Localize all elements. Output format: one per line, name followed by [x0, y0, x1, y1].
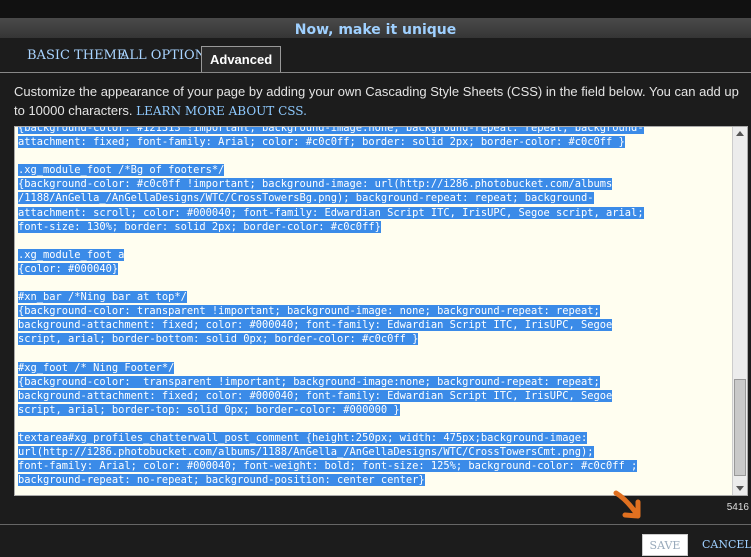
scroll-thumb[interactable] [734, 379, 746, 476]
code-line: {background-color: #121313 !important; b… [18, 127, 644, 134]
tab-advanced[interactable]: Advanced [201, 46, 282, 72]
code-line: #xg_foot /* Ning Footer*/ [18, 361, 175, 374]
code-line: font-size: 130%; border: solid 2px; bord… [18, 220, 381, 233]
code-line: {background-color: transparent !importan… [18, 305, 600, 318]
code-line: .xg_module_foot /*Bg of footers*/ [18, 164, 225, 177]
code-line: script, arial; border-bottom: solid 0px;… [18, 333, 419, 346]
footer-divider [0, 524, 751, 525]
arrow-pointer-icon [613, 490, 641, 519]
scroll-up-icon[interactable] [736, 131, 744, 136]
scroll-down-icon[interactable] [736, 486, 744, 491]
cancel-button[interactable]: CANCEL [702, 538, 751, 551]
code-line: background-repeat: no-repeat; background… [18, 474, 425, 487]
page-title: Now, make it unique [294, 22, 457, 38]
code-line: .xg_module_foot a [18, 248, 125, 261]
css-editor-textarea[interactable]: {background-color: #121313 !important; b… [14, 126, 748, 496]
code-line: background-attachment: fixed; color: #00… [18, 319, 613, 332]
code-line: script, arial; border-top: solid 0px; bo… [18, 403, 400, 416]
code-line: textarea#xg_profiles_chatterwall_post_co… [18, 432, 588, 445]
code-line: {color: #000040} [18, 262, 119, 275]
description-text: Customize the appearance of your page by… [14, 84, 739, 118]
save-button[interactable]: SAVE [642, 534, 688, 556]
code-line: attachment: fixed; font-family: Arial; c… [18, 136, 625, 149]
page-header: Now, make it unique [0, 0, 751, 38]
tab-basic-theme[interactable]: BASIC THEME [27, 48, 126, 63]
code-line: url(http://i286.photobucket.com/albums/1… [18, 446, 594, 459]
code-line: font-family: Arial; color: #000040; font… [18, 460, 638, 473]
css-description: Customize the appearance of your page by… [14, 82, 744, 121]
character-count: 5416 [726, 502, 749, 513]
code-line: attachment: scroll; color: #000040; font… [18, 206, 644, 219]
editor-scrollbar[interactable] [732, 127, 747, 495]
code-line: /1188/AnGella_/AnGellaDesigns/WTC/CrossT… [18, 192, 594, 205]
learn-more-css-link[interactable]: LEARN MORE ABOUT CSS. [136, 104, 307, 118]
code-line: background-attachment: fixed; color: #00… [18, 389, 613, 402]
code-line: #xn_bar /*Ning bar at top*/ [18, 291, 187, 304]
code-line: {background-color: transparent !importan… [18, 375, 600, 388]
css-code: {background-color: #121313 !important; b… [18, 127, 730, 487]
tab-bar: BASIC THEME ALL OPTIONS Advanced [0, 40, 751, 73]
code-line: {background-color: #c0c0ff !important; b… [18, 178, 613, 191]
